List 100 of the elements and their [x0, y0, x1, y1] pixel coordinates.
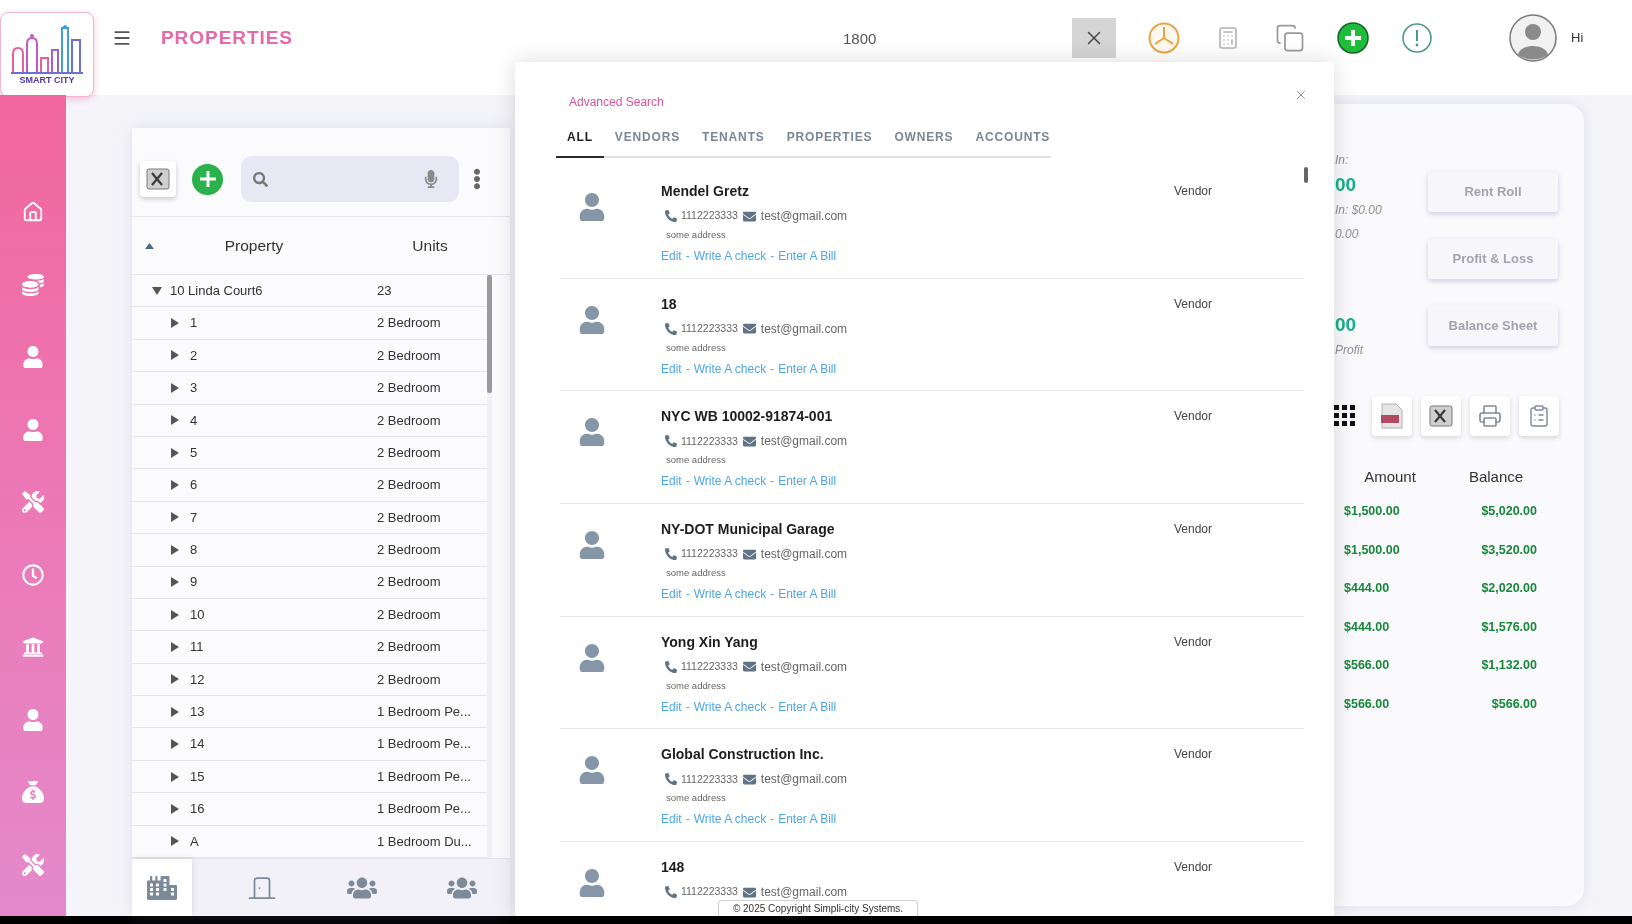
search-tab[interactable]: ACCOUNTS: [964, 117, 1062, 158]
menu-icon[interactable]: [112, 28, 132, 48]
property-name[interactable]: 2: [190, 345, 198, 366]
caret-right-icon[interactable]: [171, 803, 179, 814]
property-name[interactable]: 7: [190, 507, 198, 528]
more-options-icon[interactable]: [473, 168, 481, 190]
summary-value: 00: [1334, 173, 1358, 197]
tools-icon[interactable]: [22, 491, 44, 513]
user-icon[interactable]: [22, 346, 44, 368]
add-button[interactable]: [192, 163, 223, 195]
property-name[interactable]: 3: [190, 378, 198, 398]
result-name[interactable]: NYC WB 10002-91874-001: [661, 406, 833, 427]
caret-right-icon[interactable]: [171, 609, 179, 620]
caret-right-icon[interactable]: [171, 771, 179, 782]
caret-right-icon[interactable]: [171, 642, 179, 652]
result-name[interactable]: Mendel Gretz: [661, 181, 749, 201]
caret-right-icon[interactable]: [171, 674, 179, 685]
user-icon[interactable]: [22, 418, 44, 441]
dial-icon[interactable]: [1148, 22, 1180, 54]
property-name[interactable]: 6: [190, 475, 198, 495]
column-header[interactable]: Property: [160, 233, 348, 258]
plus-circle-icon[interactable]: [1337, 22, 1369, 54]
phone-icon: [665, 886, 677, 899]
scrollbar-thumb[interactable]: [1304, 167, 1308, 183]
pdf-button[interactable]: [1372, 396, 1412, 436]
close-icon[interactable]: [1294, 88, 1308, 102]
search-field[interactable]: [241, 156, 459, 202]
avatar-icon[interactable]: [1509, 14, 1557, 62]
spreadsheet-button[interactable]: [140, 161, 176, 197]
home-icon[interactable]: [22, 201, 44, 223]
print-button[interactable]: [1470, 396, 1510, 436]
summary-label: 0.00: [1334, 226, 1360, 243]
link-separator: -: [685, 360, 690, 377]
result-name[interactable]: Global Construction Inc.: [661, 744, 824, 765]
property-name[interactable]: A: [190, 831, 199, 852]
caret-right-icon[interactable]: [171, 836, 179, 847]
property-name[interactable]: 13: [190, 702, 205, 722]
unit-type: 1 Bedroom Pe...: [377, 800, 472, 819]
property-name[interactable]: 16: [190, 799, 205, 819]
caret-right-icon[interactable]: [171, 706, 179, 717]
caret-down-icon[interactable]: [152, 286, 162, 295]
property-name[interactable]: 4: [190, 410, 198, 430]
user-icon[interactable]: [22, 708, 44, 731]
clipboard-button[interactable]: [1519, 396, 1559, 436]
property-name[interactable]: 5: [190, 442, 198, 463]
caret-right-icon[interactable]: [171, 318, 179, 329]
property-name[interactable]: 10: [190, 604, 205, 625]
clipboard-icon: [1527, 404, 1551, 428]
calculator-icon[interactable]: [1216, 24, 1240, 52]
link-separator: -: [685, 248, 690, 264]
search-tab[interactable]: ALL: [556, 117, 604, 158]
caret-right-icon[interactable]: [171, 512, 179, 523]
spreadsheet-button[interactable]: [1421, 396, 1461, 436]
microphone-icon[interactable]: [424, 170, 438, 188]
alert-circle-icon[interactable]: [1402, 23, 1432, 53]
unit-type: 2 Bedroom: [377, 411, 442, 430]
copy-icon[interactable]: [1275, 23, 1305, 53]
close-button[interactable]: [1072, 18, 1116, 58]
result-name[interactable]: 148: [661, 857, 685, 878]
summary-value: 00: [1334, 313, 1358, 337]
coins-icon[interactable]: [22, 273, 44, 296]
result-name[interactable]: 18: [661, 293, 677, 314]
caret-right-icon[interactable]: [171, 382, 179, 393]
caret-right-icon[interactable]: [171, 544, 179, 555]
buildings-tab[interactable]: [132, 859, 192, 916]
tools-icon[interactable]: [22, 853, 44, 876]
search-field[interactable]: 1800: [830, 20, 1060, 56]
property-name[interactable]: 8: [190, 540, 198, 560]
caret-right-icon[interactable]: [171, 577, 179, 588]
logo-tile[interactable]: SMART CITY: [0, 12, 94, 97]
search-tab[interactable]: OWNERS: [883, 117, 965, 158]
caret-right-icon[interactable]: [171, 480, 179, 491]
person-icon: [579, 869, 605, 898]
property-name[interactable]: 10 Linda Court6: [170, 280, 263, 301]
grid-dots-icon[interactable]: [1334, 405, 1356, 427]
search-icon: [253, 171, 268, 187]
caret-right-icon[interactable]: [171, 350, 179, 361]
search-tab[interactable]: TENANTS: [691, 117, 776, 158]
property-name[interactable]: 12: [190, 669, 205, 690]
column-header[interactable]: Units: [380, 233, 480, 258]
sort-up-icon[interactable]: [145, 242, 154, 249]
search-tab[interactable]: VENDORS: [603, 117, 692, 158]
caret-right-icon[interactable]: [171, 415, 179, 426]
caret-right-icon[interactable]: [171, 739, 179, 750]
scrollbar-track[interactable]: [487, 275, 492, 858]
property-name[interactable]: 9: [190, 572, 198, 592]
result-name[interactable]: Yong Xin Yang: [661, 631, 758, 652]
property-name[interactable]: 11: [190, 637, 204, 657]
clock-icon[interactable]: [22, 563, 44, 586]
result-name[interactable]: NY-DOT Municipal Garage: [661, 519, 835, 540]
link-separator: -: [770, 586, 775, 603]
property-name[interactable]: 1: [190, 313, 198, 333]
envelope-icon: [741, 322, 757, 336]
property-name[interactable]: 14: [190, 734, 205, 754]
property-name[interactable]: 15: [190, 766, 205, 787]
bank-icon[interactable]: [22, 636, 44, 658]
search-tab[interactable]: PROPERTIES: [775, 117, 884, 158]
money-bag-icon[interactable]: [22, 781, 44, 803]
scrollbar-thumb[interactable]: [487, 275, 492, 393]
caret-right-icon[interactable]: [171, 447, 179, 458]
